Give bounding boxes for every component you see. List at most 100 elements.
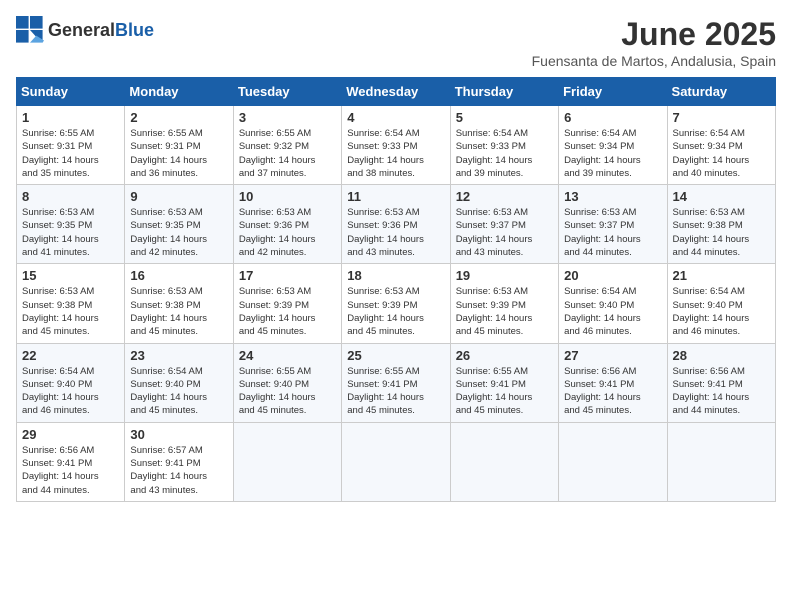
weekday-header-cell: Thursday [450, 78, 558, 106]
day-info: Sunrise: 6:55 AM Sunset: 9:41 PM Dayligh… [347, 365, 444, 418]
logo-blue: Blue [115, 20, 154, 40]
calendar-day-cell: 4Sunrise: 6:54 AM Sunset: 9:33 PM Daylig… [342, 106, 450, 185]
day-info: Sunrise: 6:54 AM Sunset: 9:34 PM Dayligh… [673, 127, 770, 180]
calendar-day-cell [233, 422, 341, 501]
day-number: 26 [456, 348, 553, 363]
day-number: 5 [456, 110, 553, 125]
calendar-day-cell: 9 Sunrise: 6:53 AM Sunset: 9:35 PM Daylig… [125, 185, 233, 264]
day-info: Sunrise: 6:55 AM Sunset: 9:32 PM Dayligh… [239, 127, 336, 180]
day-number: 24 [239, 348, 336, 363]
calendar-day-cell: 3Sunrise: 6:55 AM Sunset: 9:32 PM Daylig… [233, 106, 341, 185]
title-area: June 2025 Fuensanta de Martos, Andalusia… [532, 16, 776, 69]
calendar-day-cell: 8 Sunrise: 6:53 AM Sunset: 9:35 PM Daylig… [17, 185, 125, 264]
day-number: 21 [673, 268, 770, 283]
day-number: 27 [564, 348, 661, 363]
day-info: Sunrise: 6:53 AM Sunset: 9:35 PM Dayligh… [130, 206, 227, 259]
calendar-week-row: 15 Sunrise: 6:53 AM Sunset: 9:38 PM Dayli… [17, 264, 776, 343]
weekday-header-cell: Friday [559, 78, 667, 106]
day-info: Sunrise: 6:56 AM Sunset: 9:41 PM Dayligh… [673, 365, 770, 418]
day-info: Sunrise: 6:57 AM Sunset: 9:41 PM Dayligh… [130, 444, 227, 497]
calendar-day-cell: 18 Sunrise: 6:53 AM Sunset: 9:39 PM Dayli… [342, 264, 450, 343]
calendar-week-row: 1 Sunrise: 6:55 AM Sunset: 9:31 PM Daylig… [17, 106, 776, 185]
day-info: Sunrise: 6:54 AM Sunset: 9:40 PM Dayligh… [564, 285, 661, 338]
calendar-day-cell [667, 422, 775, 501]
day-number: 15 [22, 268, 119, 283]
calendar-body: 1 Sunrise: 6:55 AM Sunset: 9:31 PM Daylig… [17, 106, 776, 502]
day-number: 29 [22, 427, 119, 442]
weekday-header-cell: Monday [125, 78, 233, 106]
day-info: Sunrise: 6:53 AM Sunset: 9:39 PM Dayligh… [239, 285, 336, 338]
day-number: 25 [347, 348, 444, 363]
day-info: Sunrise: 6:55 AM Sunset: 9:41 PM Dayligh… [456, 365, 553, 418]
day-number: 17 [239, 268, 336, 283]
weekday-header-row: SundayMondayTuesdayWednesdayThursdayFrid… [17, 78, 776, 106]
calendar-day-cell: 13Sunrise: 6:53 AM Sunset: 9:37 PM Dayli… [559, 185, 667, 264]
calendar-week-row: 8 Sunrise: 6:53 AM Sunset: 9:35 PM Daylig… [17, 185, 776, 264]
day-info: Sunrise: 6:55 AM Sunset: 9:31 PM Dayligh… [22, 127, 119, 180]
day-info: Sunrise: 6:53 AM Sunset: 9:37 PM Dayligh… [456, 206, 553, 259]
calendar-day-cell: 27 Sunrise: 6:56 AM Sunset: 9:41 PM Dayli… [559, 343, 667, 422]
day-number: 4 [347, 110, 444, 125]
calendar-day-cell: 22 Sunrise: 6:54 AM Sunset: 9:40 PM Dayli… [17, 343, 125, 422]
calendar-day-cell: 7 Sunrise: 6:54 AM Sunset: 9:34 PM Daylig… [667, 106, 775, 185]
day-number: 18 [347, 268, 444, 283]
day-info: Sunrise: 6:53 AM Sunset: 9:38 PM Dayligh… [22, 285, 119, 338]
calendar-day-cell: 23 Sunrise: 6:54 AM Sunset: 9:40 PM Dayli… [125, 343, 233, 422]
day-number: 12 [456, 189, 553, 204]
day-info: Sunrise: 6:56 AM Sunset: 9:41 PM Dayligh… [564, 365, 661, 418]
day-number: 22 [22, 348, 119, 363]
calendar-day-cell: 1 Sunrise: 6:55 AM Sunset: 9:31 PM Daylig… [17, 106, 125, 185]
calendar-day-cell: 25 Sunrise: 6:55 AM Sunset: 9:41 PM Dayli… [342, 343, 450, 422]
calendar-day-cell: 5 Sunrise: 6:54 AM Sunset: 9:33 PM Daylig… [450, 106, 558, 185]
day-number: 16 [130, 268, 227, 283]
day-number: 10 [239, 189, 336, 204]
calendar-day-cell: 14Sunrise: 6:53 AM Sunset: 9:38 PM Dayli… [667, 185, 775, 264]
day-info: Sunrise: 6:53 AM Sunset: 9:38 PM Dayligh… [130, 285, 227, 338]
day-info: Sunrise: 6:56 AM Sunset: 9:41 PM Dayligh… [22, 444, 119, 497]
day-info: Sunrise: 6:53 AM Sunset: 9:38 PM Dayligh… [673, 206, 770, 259]
calendar-day-cell: 17 Sunrise: 6:53 AM Sunset: 9:39 PM Dayli… [233, 264, 341, 343]
day-info: Sunrise: 6:54 AM Sunset: 9:34 PM Dayligh… [564, 127, 661, 180]
day-info: Sunrise: 6:54 AM Sunset: 9:40 PM Dayligh… [130, 365, 227, 418]
day-info: Sunrise: 6:53 AM Sunset: 9:35 PM Dayligh… [22, 206, 119, 259]
day-info: Sunrise: 6:55 AM Sunset: 9:40 PM Dayligh… [239, 365, 336, 418]
day-number: 2 [130, 110, 227, 125]
day-number: 8 [22, 189, 119, 204]
day-info: Sunrise: 6:53 AM Sunset: 9:39 PM Dayligh… [347, 285, 444, 338]
calendar-day-cell: 15 Sunrise: 6:53 AM Sunset: 9:38 PM Dayli… [17, 264, 125, 343]
day-number: 20 [564, 268, 661, 283]
day-number: 19 [456, 268, 553, 283]
calendar-day-cell: 29 Sunrise: 6:56 AM Sunset: 9:41 PM Dayli… [17, 422, 125, 501]
calendar-day-cell: 12 Sunrise: 6:53 AM Sunset: 9:37 PM Dayli… [450, 185, 558, 264]
day-number: 9 [130, 189, 227, 204]
calendar-day-cell: 2Sunrise: 6:55 AM Sunset: 9:31 PM Daylig… [125, 106, 233, 185]
calendar-week-row: 22 Sunrise: 6:54 AM Sunset: 9:40 PM Dayli… [17, 343, 776, 422]
day-number: 28 [673, 348, 770, 363]
day-number: 1 [22, 110, 119, 125]
day-number: 6 [564, 110, 661, 125]
weekday-header-cell: Wednesday [342, 78, 450, 106]
logo-general: General [48, 20, 115, 40]
calendar-day-cell: 21Sunrise: 6:54 AM Sunset: 9:40 PM Dayli… [667, 264, 775, 343]
calendar-day-cell: 6 Sunrise: 6:54 AM Sunset: 9:34 PM Daylig… [559, 106, 667, 185]
calendar-day-cell: 16 Sunrise: 6:53 AM Sunset: 9:38 PM Dayli… [125, 264, 233, 343]
calendar-day-cell: 28 Sunrise: 6:56 AM Sunset: 9:41 PM Dayli… [667, 343, 775, 422]
calendar-day-cell: 30 Sunrise: 6:57 AM Sunset: 9:41 PM Dayli… [125, 422, 233, 501]
header: GeneralBlue June 2025 Fuensanta de Marto… [16, 16, 776, 69]
calendar-day-cell: 20 Sunrise: 6:54 AM Sunset: 9:40 PM Dayli… [559, 264, 667, 343]
weekday-header-cell: Tuesday [233, 78, 341, 106]
day-number: 23 [130, 348, 227, 363]
weekday-header-cell: Saturday [667, 78, 775, 106]
day-number: 7 [673, 110, 770, 125]
calendar-day-cell: 26 Sunrise: 6:55 AM Sunset: 9:41 PM Dayli… [450, 343, 558, 422]
day-info: Sunrise: 6:54 AM Sunset: 9:40 PM Dayligh… [22, 365, 119, 418]
day-number: 30 [130, 427, 227, 442]
day-info: Sunrise: 6:53 AM Sunset: 9:36 PM Dayligh… [347, 206, 444, 259]
calendar-day-cell [450, 422, 558, 501]
day-info: Sunrise: 6:54 AM Sunset: 9:33 PM Dayligh… [456, 127, 553, 180]
calendar-day-cell: 24 Sunrise: 6:55 AM Sunset: 9:40 PM Dayli… [233, 343, 341, 422]
calendar: SundayMondayTuesdayWednesdayThursdayFrid… [16, 77, 776, 502]
location-title: Fuensanta de Martos, Andalusia, Spain [532, 53, 776, 69]
month-title: June 2025 [532, 16, 776, 53]
day-number: 13 [564, 189, 661, 204]
